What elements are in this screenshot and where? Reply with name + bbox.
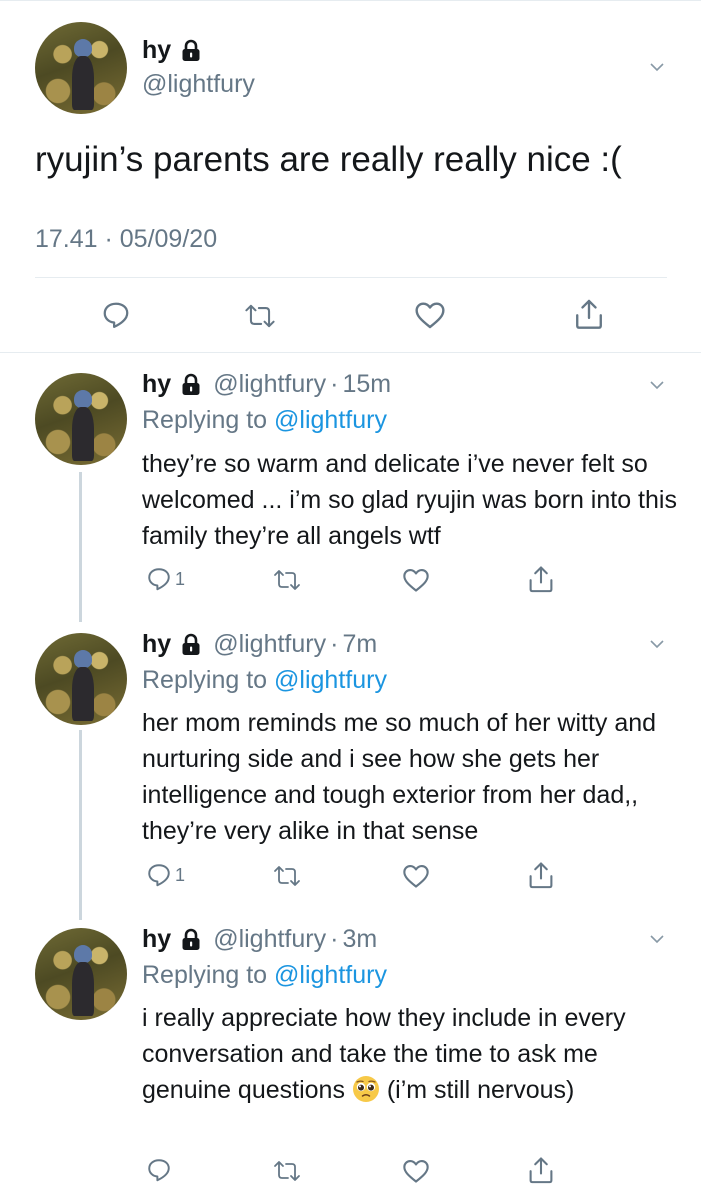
avatar[interactable]: [35, 633, 127, 725]
lock-icon: [182, 373, 200, 395]
replying-to: Replying to @lightfury: [142, 406, 387, 434]
heart-icon: [403, 569, 429, 592]
author-name-row[interactable]: hy: [142, 36, 203, 65]
thread-line: [79, 730, 82, 920]
reply-time: 3m: [342, 925, 378, 953]
chevron-down-icon[interactable]: [650, 60, 664, 74]
share-icon: [576, 299, 602, 329]
reply-button[interactable]: 1: [146, 862, 185, 888]
author-name: hy: [142, 925, 172, 953]
heart-icon: [415, 302, 445, 329]
author-name: hy: [142, 36, 172, 64]
author-name: hy: [142, 370, 172, 398]
reply-bubble-icon: [148, 1159, 170, 1182]
reply-count: 1: [175, 864, 186, 885]
avatar[interactable]: [35, 373, 127, 465]
replying-to-link[interactable]: @lightfury: [274, 406, 387, 434]
reply-button[interactable]: [101, 300, 131, 330]
author-name-row[interactable]: hy @lightfury · 7m: [142, 630, 377, 659]
retweet-button[interactable]: [272, 1159, 302, 1183]
lock-icon: [182, 633, 200, 655]
chevron-down-icon[interactable]: [650, 378, 664, 392]
share-button[interactable]: [573, 297, 605, 331]
tweet-text: i really appreciate how they include in …: [142, 1004, 626, 1104]
thread-line: [79, 472, 82, 622]
pleading-face-emoji-icon: [352, 1076, 379, 1102]
lock-icon: [182, 39, 200, 61]
divider: [0, 352, 701, 353]
reply-bubble-icon: [148, 864, 170, 887]
reply-count: 1: [175, 568, 186, 589]
retweet-button[interactable]: [243, 302, 277, 330]
separator: ·: [330, 630, 339, 658]
author-handle: @lightfury: [213, 370, 327, 398]
tweet-text: ryujin’s parents are really really nice …: [35, 140, 622, 179]
chevron-down-icon[interactable]: [650, 637, 664, 651]
author-handle: @lightfury: [213, 925, 327, 953]
like-button[interactable]: [414, 300, 446, 330]
like-button[interactable]: [402, 1158, 430, 1184]
reply-time: 7m: [342, 630, 378, 658]
retweet-icon: [274, 866, 300, 886]
retweet-icon: [274, 1161, 300, 1181]
retweet-button[interactable]: [272, 864, 302, 888]
chevron-down-icon[interactable]: [650, 932, 664, 946]
reply-bubble-icon: [148, 568, 170, 591]
share-button[interactable]: [527, 564, 555, 594]
author-name: hy: [142, 630, 172, 658]
replying-to-link[interactable]: @lightfury: [274, 666, 387, 694]
retweet-icon: [274, 570, 300, 590]
heart-icon: [403, 1160, 429, 1183]
replying-to-link[interactable]: @lightfury: [274, 961, 387, 989]
replying-to: Replying to @lightfury: [142, 666, 387, 694]
retweet-icon: [245, 304, 275, 328]
author-name-row[interactable]: hy @lightfury · 3m: [142, 925, 377, 954]
author-name-row[interactable]: hy @lightfury · 15m: [142, 370, 391, 399]
reply-button[interactable]: [146, 1157, 172, 1183]
heart-icon: [403, 865, 429, 888]
like-button[interactable]: [402, 567, 430, 593]
reply-time: 15m: [342, 370, 392, 398]
author-handle[interactable]: @lightfury: [142, 70, 255, 99]
separator: ·: [330, 370, 339, 398]
replying-to: Replying to @lightfury: [142, 961, 387, 989]
avatar[interactable]: [35, 928, 127, 1020]
reply-bubble-icon: [103, 302, 129, 328]
lock-icon: [182, 928, 200, 950]
retweet-button[interactable]: [272, 568, 302, 592]
tweet-text: her mom reminds me so much of her witty …: [142, 709, 657, 845]
avatar[interactable]: [35, 22, 127, 114]
share-icon: [529, 566, 553, 593]
author-handle: @lightfury: [213, 630, 327, 658]
top-border: [0, 0, 701, 1]
tweet-text: they’re so warm and delicate i’ve never …: [142, 450, 677, 550]
share-icon: [529, 1157, 553, 1184]
share-button[interactable]: [527, 860, 555, 890]
share-button[interactable]: [527, 1155, 555, 1185]
share-icon: [529, 862, 553, 889]
divider: [35, 277, 667, 278]
reply-button[interactable]: 1: [146, 566, 185, 592]
tweet-timestamp[interactable]: 17.41 · 05/09/20: [35, 225, 217, 254]
like-button[interactable]: [402, 863, 430, 889]
separator: ·: [330, 925, 339, 953]
